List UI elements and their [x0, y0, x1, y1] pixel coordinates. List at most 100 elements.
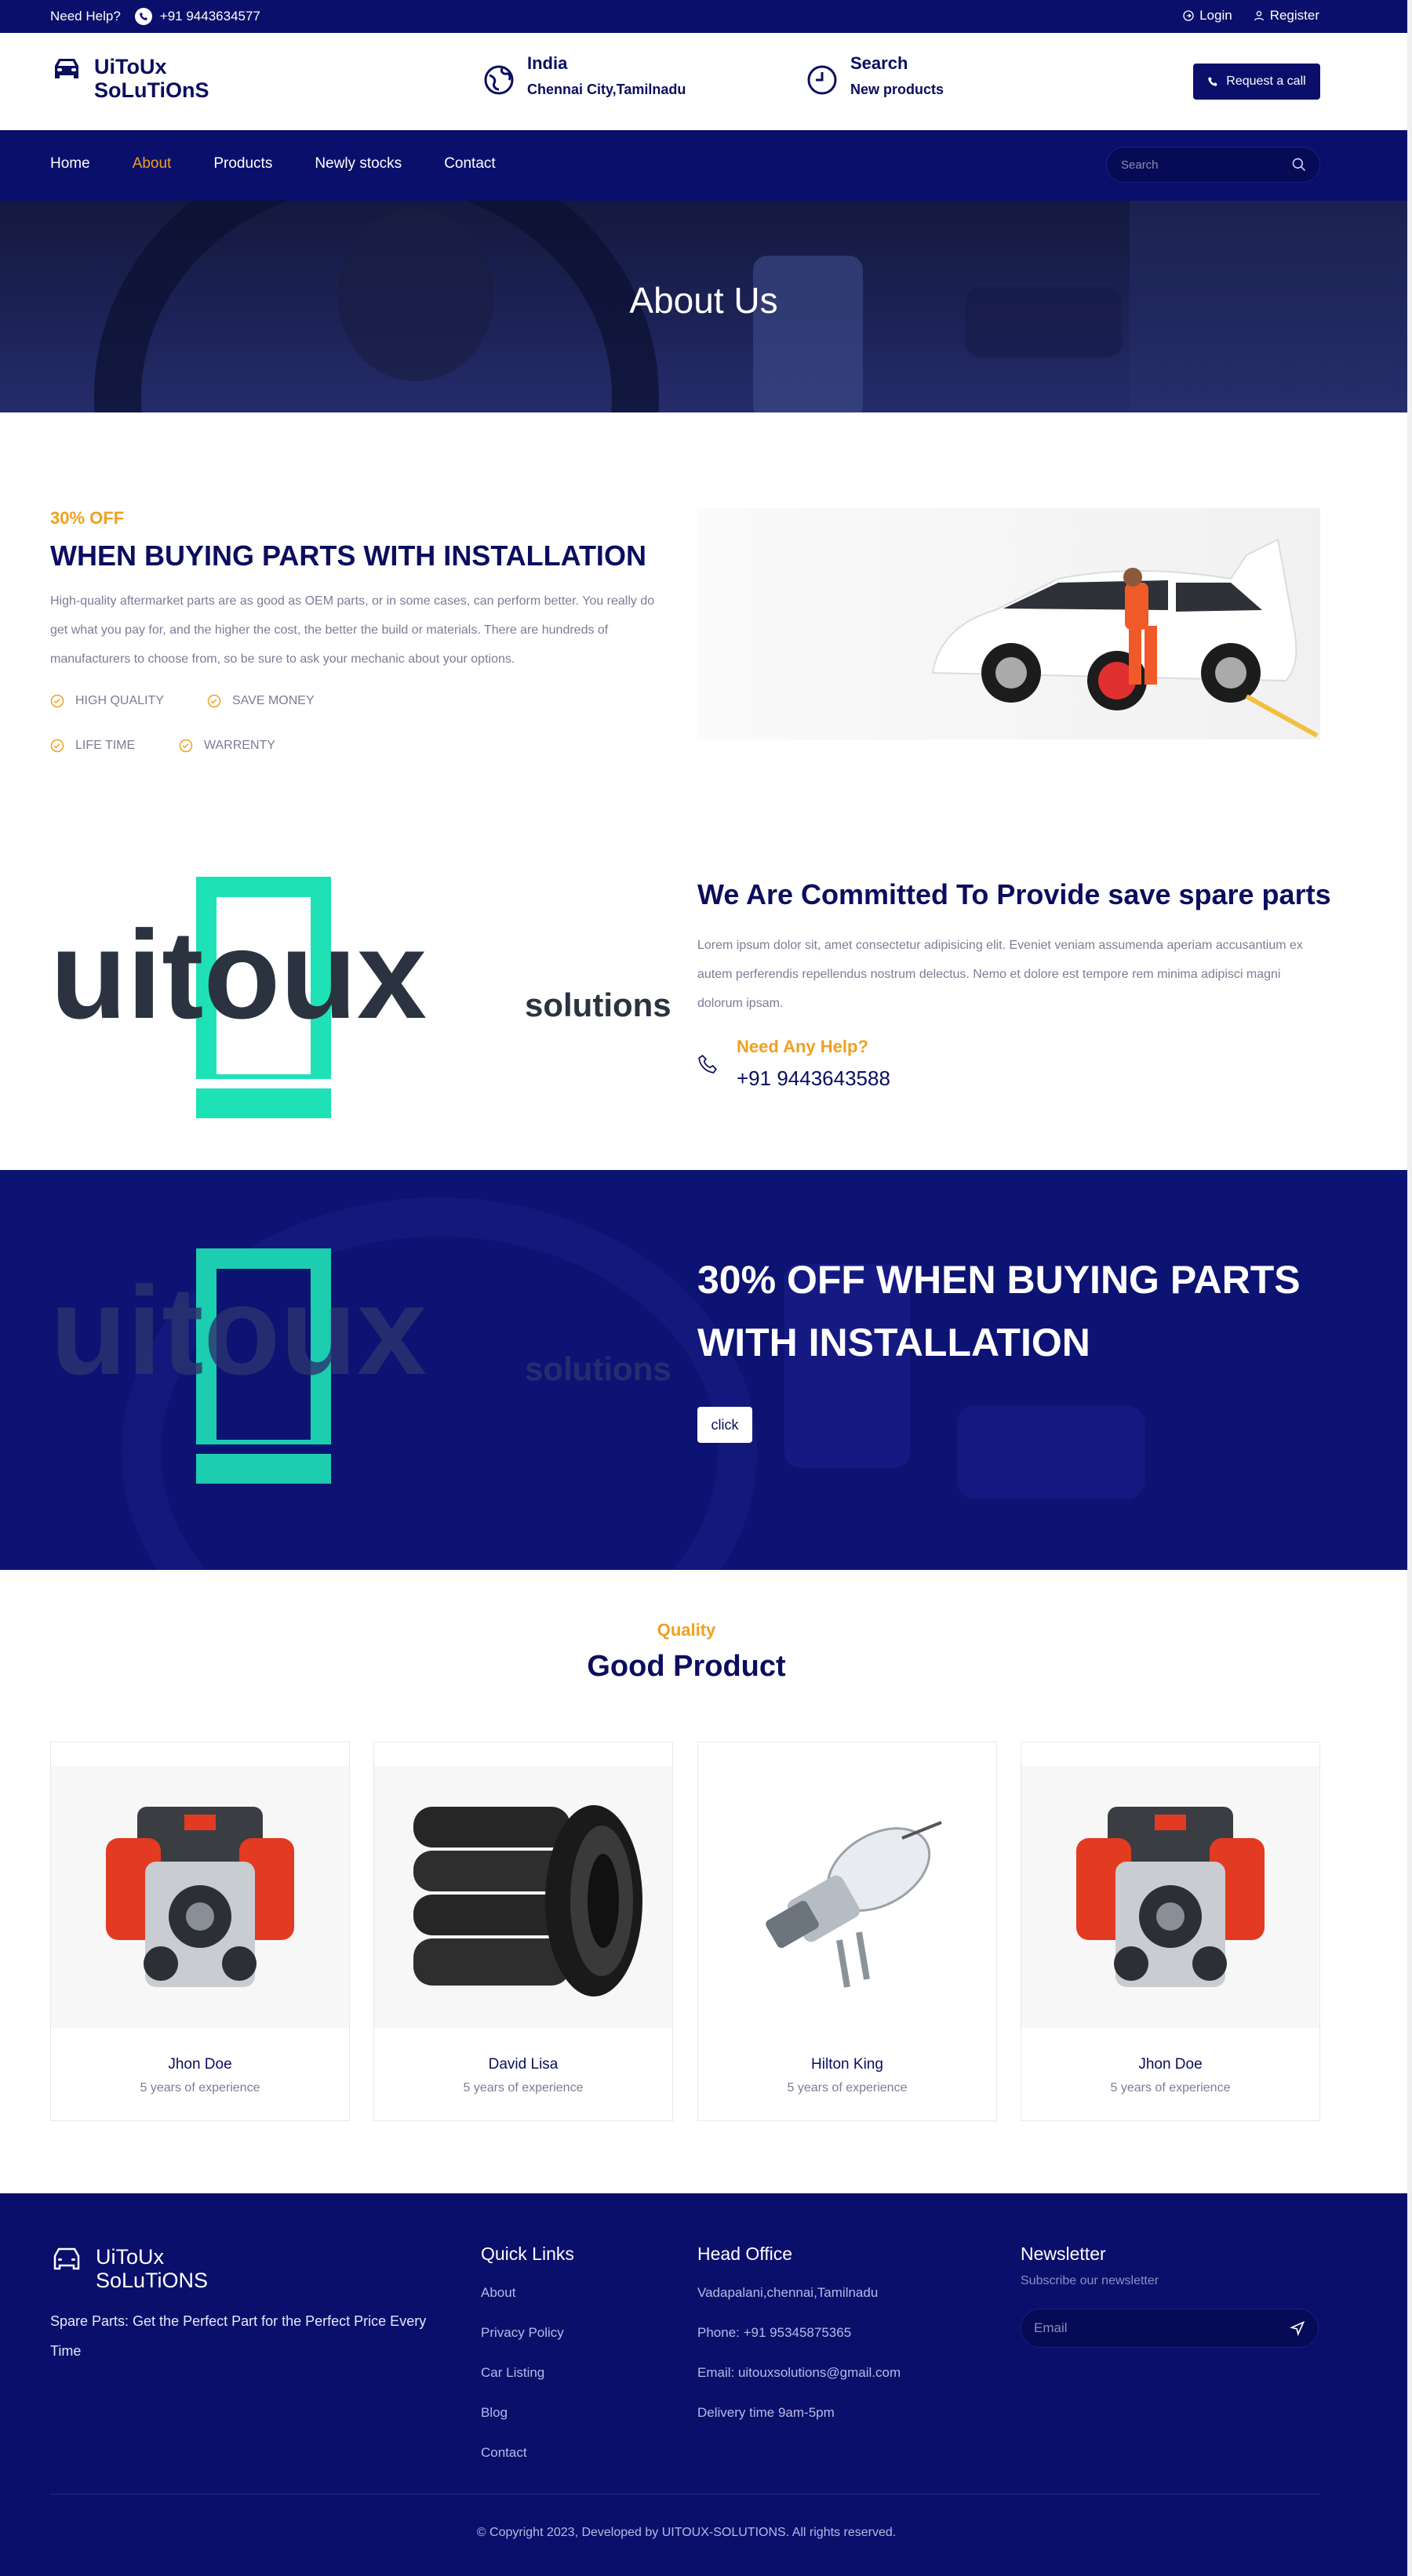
product-card[interactable]: Jhon Doe 5 years of experience — [50, 1742, 350, 2121]
search-icon[interactable] — [1291, 157, 1307, 173]
globe-icon — [484, 65, 514, 95]
offer-tag: 30% OFF — [50, 508, 125, 528]
footer-link-privacy[interactable]: Privacy Policy — [481, 2325, 574, 2341]
feature-item: WARRENTY — [179, 739, 275, 753]
tires-image — [374, 1766, 672, 2028]
help-contact: Need Any Help? +91 9443643588 — [697, 1037, 890, 1091]
product-experience: 5 years of experience — [787, 2081, 908, 2095]
search-info[interactable]: Search New products — [806, 53, 944, 98]
promo-click-button[interactable]: click — [697, 1407, 752, 1443]
office-phone: Phone: +91 95345875365 — [697, 2325, 852, 2340]
feature-item: SAVE MONEY — [207, 694, 315, 708]
engine-image — [51, 1766, 349, 2028]
product-card[interactable]: Hilton King 5 years of experience — [697, 1742, 997, 2121]
check-circle-icon — [179, 739, 193, 753]
phone-icon — [1208, 77, 1218, 86]
top-bar: Need Help? +91 9443634577 Login Register — [0, 0, 1407, 33]
office-address: Vadapalani,chennai,Tamilnadu — [697, 2285, 879, 2300]
product-card[interactable]: David Lisa 5 years of experience — [373, 1742, 673, 2121]
quick-links: Quick Links About Privacy Policy Car Lis… — [481, 2244, 574, 2485]
commit-description: Lorem ipsum dolor sit, amet consectetur … — [697, 939, 1303, 1010]
promo-section: uitoux solutions 30% OFF WHEN BUYING PAR… — [0, 1170, 1407, 1570]
search-placeholder: Search — [1121, 158, 1159, 172]
newsletter-subtitle: Subscribe our newsletter — [1021, 2274, 1159, 2287]
clock-icon — [807, 65, 837, 95]
brand-logo[interactable]: UiToUx SoLuTiOnS — [50, 55, 209, 102]
request-call-label: Request a call — [1226, 74, 1306, 88]
offer-description: High-quality aftermarket parts are as go… — [50, 594, 655, 666]
email-placeholder: Email — [1034, 2320, 1068, 2335]
user-icon — [1254, 11, 1264, 21]
location-info: India Chennai City,Tamilnadu — [483, 53, 686, 98]
newsletter-title: Newsletter — [1021, 2244, 1106, 2264]
footer-brand-logo[interactable]: UiToUx SoLuTiONS — [50, 2245, 208, 2292]
logo-wordmark: uitoux — [50, 904, 427, 1045]
engine-image — [1021, 1766, 1319, 2028]
uitoux-logo: uitoux solutions — [50, 877, 675, 1118]
footer-link-contact[interactable]: Contact — [481, 2445, 574, 2461]
feature-item: LIFE TIME — [50, 739, 135, 753]
mechanic-car-image — [697, 508, 1320, 739]
footer: UiToUx SoLuTiONS Spare Parts: Get the Pe… — [0, 2193, 1407, 2576]
brand-line2: SoLuTiOnS — [94, 78, 209, 102]
footer-link-blog[interactable]: Blog — [481, 2405, 574, 2421]
register-label: Register — [1269, 8, 1319, 23]
login-label: Login — [1199, 8, 1232, 23]
need-help-label: Need Help? — [50, 9, 121, 24]
location-subtitle: Chennai City,Tamilnadu — [527, 82, 686, 97]
feature-label: SAVE MONEY — [232, 694, 315, 707]
head-office: Head Office Vadapalani,chennai,Tamilnadu… — [697, 2244, 901, 2445]
topbar-phone[interactable]: +91 9443634577 — [160, 9, 260, 24]
search-input[interactable]: Search — [1106, 147, 1320, 183]
check-circle-icon — [50, 739, 64, 753]
nav-home[interactable]: Home — [50, 155, 90, 173]
send-icon[interactable] — [1290, 2320, 1305, 2336]
feature-item: HIGH QUALITY — [50, 694, 164, 708]
products-title: Good Product — [587, 1650, 786, 1683]
login-icon — [1183, 10, 1194, 21]
car-icon — [55, 59, 78, 78]
offer-title: WHEN BUYING PARTS WITH INSTALLATION — [50, 540, 646, 572]
nav-about[interactable]: About — [133, 155, 172, 173]
main-nav: Home About Products Newly stocks Contact… — [0, 130, 1407, 201]
nav-contact[interactable]: Contact — [444, 155, 495, 173]
logo-subtext: solutions — [525, 986, 671, 1023]
head-office-title: Head Office — [697, 2244, 793, 2264]
promo-logo-wordmark: uitoux — [50, 1260, 427, 1401]
footer-link-car-listing[interactable]: Car Listing — [481, 2365, 574, 2381]
check-circle-icon — [207, 694, 221, 708]
phone-icon — [698, 1055, 717, 1074]
search-info-subtitle: New products — [850, 82, 944, 97]
check-circle-icon — [50, 694, 64, 708]
search-info-title: Search — [850, 53, 908, 73]
nav-products[interactable]: Products — [213, 155, 272, 173]
nav-newly-stocks[interactable]: Newly stocks — [315, 155, 402, 173]
brand-line1: UiToUx — [94, 55, 167, 78]
product-experience: 5 years of experience — [1110, 2081, 1231, 2095]
header: UiToUx SoLuTiOnS India Chennai City,Tami… — [0, 33, 1407, 130]
promo-title: 30% OFF WHEN BUYING PARTS WITH INSTALLAT… — [697, 1258, 1301, 1364]
newsletter: Newsletter Subscribe our newsletter Emai… — [1021, 2244, 1319, 2348]
help-label: Need Any Help? — [737, 1037, 868, 1056]
quick-links-title: Quick Links — [481, 2244, 574, 2264]
copyright: © Copyright 2023, Developed by UITOUX-SO… — [0, 2526, 1373, 2540]
product-name: Hilton King — [811, 2056, 883, 2073]
car-icon — [53, 2247, 80, 2270]
footer-tagline: Spare Parts: Get the Perfect Part for th… — [50, 2313, 427, 2359]
newsletter-email-input[interactable]: Email — [1021, 2309, 1319, 2348]
help-phone[interactable]: +91 9443643588 — [737, 1066, 890, 1091]
register-link[interactable]: Register — [1253, 8, 1319, 24]
headlight-bulb-image — [698, 1766, 996, 2028]
request-call-button[interactable]: Request a call — [1193, 64, 1320, 100]
banner-title: About Us — [629, 280, 778, 321]
copyright-icon: © — [476, 2526, 490, 2539]
office-hours: Delivery time 9am-5pm — [697, 2405, 835, 2420]
product-card[interactable]: Jhon Doe 5 years of experience — [1021, 1742, 1320, 2121]
page-scrollbar[interactable] — [1407, 0, 1412, 2576]
promo-logo-subtext: solutions — [525, 1350, 671, 1387]
commit-title: We Are Committed To Provide save spare p… — [697, 878, 1331, 910]
footer-brand-line1: UiToUx — [96, 2245, 165, 2269]
login-link[interactable]: Login — [1182, 8, 1232, 24]
footer-link-about[interactable]: About — [481, 2285, 574, 2301]
product-name: Jhon Doe — [1138, 2056, 1203, 2073]
